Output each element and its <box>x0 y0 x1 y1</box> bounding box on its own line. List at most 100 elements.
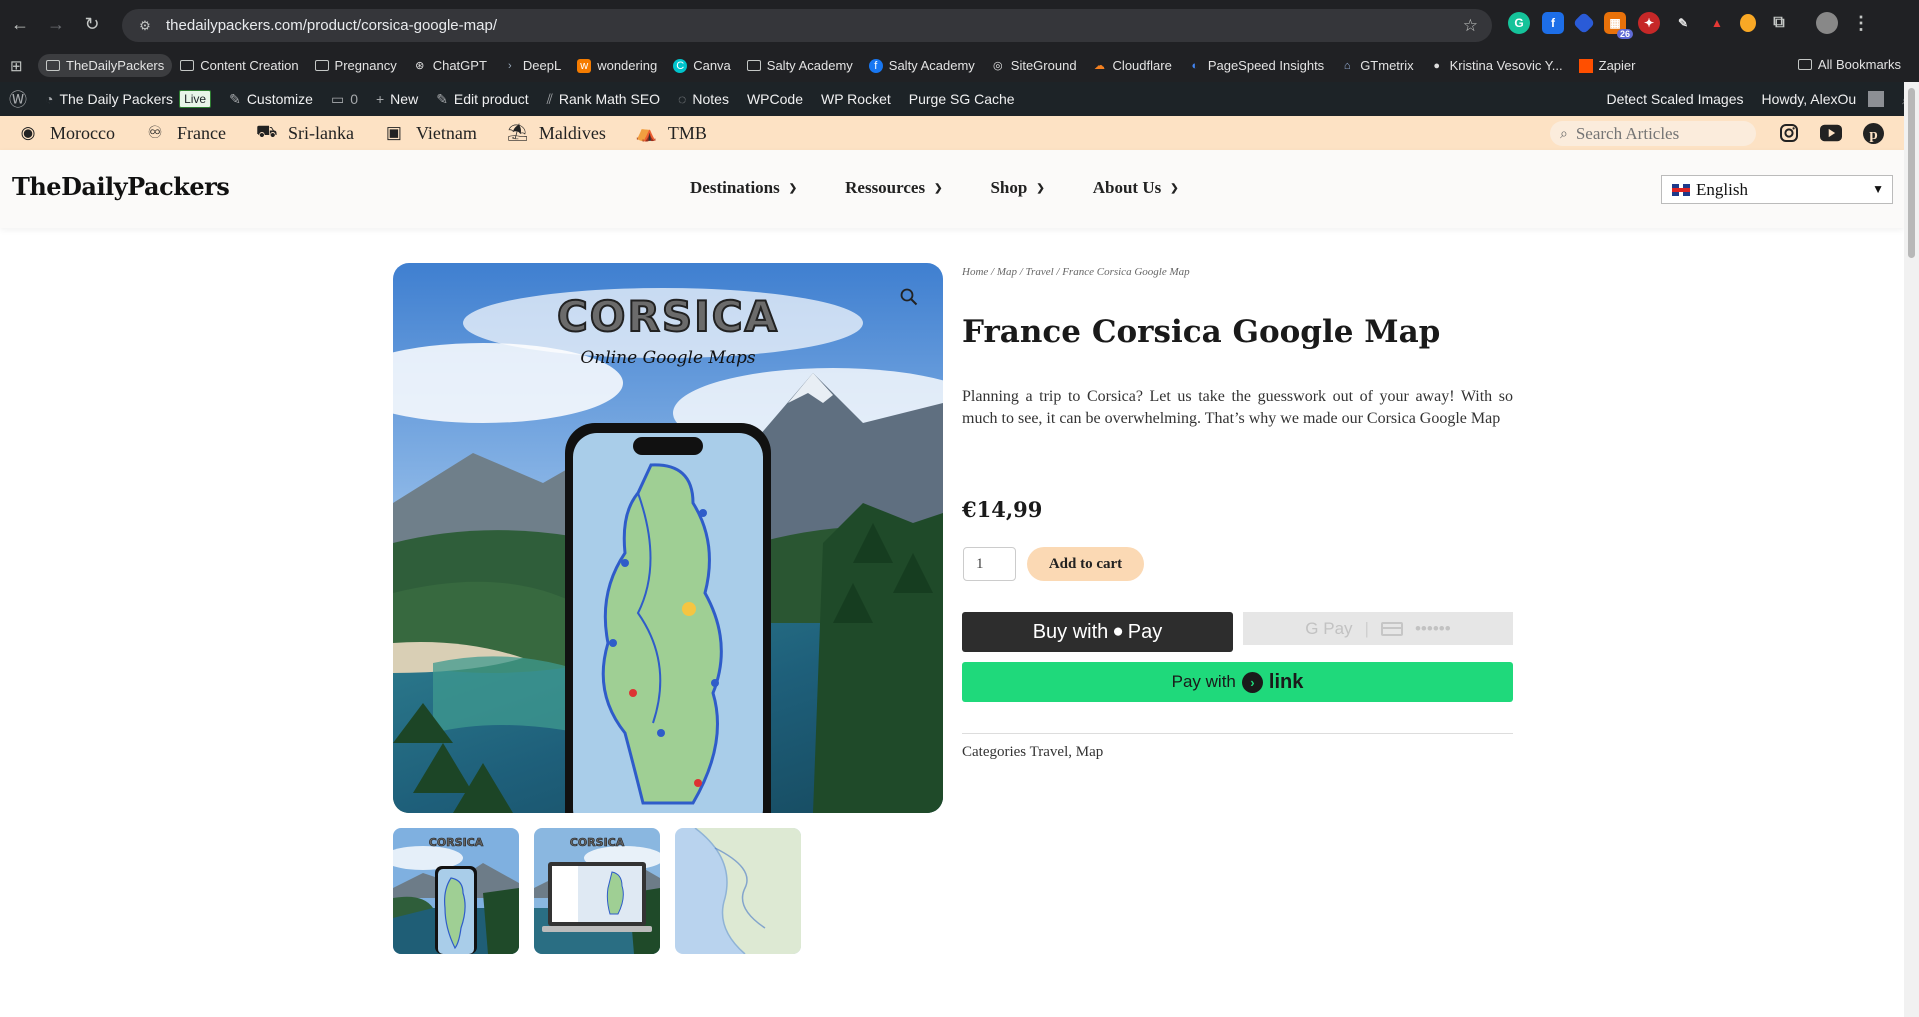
image-title-text: CORSICA <box>557 292 779 341</box>
nav-destinations[interactable]: Destinations ❯ <box>690 178 797 198</box>
pinterest-icon[interactable]: p <box>1862 122 1884 144</box>
wp-rank-math[interactable]: ⫽ Rank Math SEO <box>538 91 669 108</box>
extension-2-icon[interactable]: f <box>1542 12 1564 34</box>
instagram-icon[interactable] <box>1778 122 1800 144</box>
dest-morocco[interactable]: ◉ Morocco <box>18 123 115 144</box>
car-icon: ⛟ <box>255 122 278 141</box>
bookmark-chatgpt[interactable]: ⊛ ChatGPT <box>405 54 495 77</box>
zapier-icon <box>1578 58 1593 73</box>
dest-maldives[interactable]: ⛱ Maldives <box>507 123 606 144</box>
product-main-image[interactable]: CORSICA Online Google Maps <box>393 263 943 813</box>
wp-comments[interactable]: ▭ 0 <box>322 91 367 108</box>
wp-notes[interactable]: ◌ Notes <box>669 91 738 107</box>
extensions-puzzle-icon[interactable]: ⧉ <box>1768 12 1790 34</box>
wp-howdy[interactable]: Howdy, AlexOu <box>1752 91 1893 107</box>
bookmark-cloudflare[interactable]: ☁ Cloudflare <box>1085 54 1180 77</box>
scrollbar-thumb[interactable] <box>1908 88 1915 258</box>
chrome-menu-icon[interactable]: ⋮ <box>1850 12 1872 34</box>
wordpress-logo-icon[interactable]: Ⓦ <box>0 86 36 112</box>
bookmark-canva[interactable]: C Canva <box>665 54 739 77</box>
dashboard-icon: ◔ <box>45 91 54 107</box>
google-pay-button[interactable]: G Pay | •••••• <box>1243 612 1513 645</box>
bookmark-zapier[interactable]: Zapier <box>1571 54 1644 77</box>
eyedropper-extension-icon[interactable]: ✎ <box>1672 12 1694 34</box>
extension-8-icon[interactable] <box>1740 14 1756 32</box>
search-articles-input[interactable] <box>1575 123 1746 144</box>
extension-5-icon[interactable]: ✦ <box>1638 12 1660 34</box>
language-select[interactable]: English ▼ <box>1661 175 1893 204</box>
breadcrumb[interactable]: Home / Map / Travel / France Corsica Goo… <box>962 266 1190 278</box>
wp-wpcode[interactable]: WPCode <box>738 91 812 107</box>
all-bookmarks[interactable]: All Bookmarks <box>1790 53 1909 76</box>
nav-shop[interactable]: Shop ❯ <box>990 178 1044 198</box>
wp-admin-bar: Ⓦ ◔ The Daily Packers Live ✎ Customize ▭ 0 +… <box>0 82 1919 116</box>
quantity-input[interactable] <box>963 547 1016 581</box>
brush-icon: ✎ <box>229 90 241 107</box>
main-nav: Destinations ❯ Ressources ❯ Shop ❯ About Us… <box>690 178 1179 198</box>
badge-extension-icon[interactable]: ▦ 26 <box>1604 12 1633 39</box>
wp-edit-product[interactable]: ✎ Edit product <box>427 91 537 108</box>
profile-avatar[interactable] <box>1816 12 1838 34</box>
bookmark-star-icon[interactable]: ☆ <box>1463 16 1478 36</box>
bookmark-kristina[interactable]: ● Kristina Vesovic Y... <box>1422 54 1571 77</box>
category-links[interactable]: Travel, Map <box>1030 744 1104 760</box>
siteground-icon: ◎ <box>992 60 1003 72</box>
wp-new[interactable]: + New <box>367 91 427 107</box>
wp-rocket[interactable]: WP Rocket <box>812 91 900 107</box>
bookmark-salty-academy-facebook[interactable]: f Salty Academy <box>861 54 983 77</box>
add-to-cart-button[interactable]: Add to cart <box>1027 547 1144 581</box>
svg-text:CORSICA: CORSICA <box>570 836 625 849</box>
bookmark-gtmetrix[interactable]: ⌂ GTmetrix <box>1332 54 1421 77</box>
extension-7-icon[interactable]: ▲ <box>1706 12 1728 34</box>
tag-extension-icon[interactable] <box>1572 11 1596 35</box>
wp-purge-cache[interactable]: Purge SG Cache <box>900 91 1024 107</box>
folder-icon <box>314 60 329 71</box>
nav-ressources[interactable]: Ressources ❯ <box>845 178 942 198</box>
image-subtitle-text: Online Google Maps <box>580 348 755 368</box>
apps-grid-icon[interactable]: ⊞ <box>10 57 38 75</box>
back-icon[interactable]: ← <box>4 9 36 41</box>
bookmark-salty-academy-folder[interactable]: Salty Academy <box>739 54 861 77</box>
wondering-icon: w <box>577 58 592 73</box>
dest-sri-lanka[interactable]: ⛟ Sri-lanka <box>256 122 354 144</box>
dest-vietnam[interactable]: ▣ Vietnam <box>384 123 477 144</box>
grammarly-extension-icon[interactable]: G <box>1508 12 1530 34</box>
svg-text:CORSICA: CORSICA <box>429 836 484 849</box>
forward-icon[interactable]: → <box>40 9 72 41</box>
bookmark-deepl[interactable]: › DeepL <box>495 54 569 77</box>
apple-pay-button[interactable]: Buy with ● Pay <box>962 612 1233 652</box>
bookmark-pregnancy[interactable]: Pregnancy <box>307 54 405 77</box>
wp-customize[interactable]: ✎ Customize <box>220 91 322 108</box>
wp-detect-scaled[interactable]: Detect Scaled Images <box>1598 91 1753 107</box>
dest-france[interactable]: ♾ France <box>145 123 226 144</box>
url-text[interactable]: thedailypackers.com/product/corsica-goog… <box>166 17 497 34</box>
bookmark-siteground[interactable]: ◎ SiteGround <box>983 54 1085 77</box>
dest-tmb[interactable]: ⛺ TMB <box>636 123 707 144</box>
chevron-down-icon: ❯ <box>788 182 798 194</box>
nav-about-us[interactable]: About Us ❯ <box>1093 178 1179 198</box>
youtube-icon[interactable] <box>1820 122 1842 144</box>
site-info-icon[interactable]: ⚙ <box>130 18 160 34</box>
thumbnail-phone-map[interactable]: CORSICA <box>393 828 519 954</box>
product-categories: Categories Travel, Map <box>962 744 1104 760</box>
zoom-magnifier-icon[interactable] <box>897 285 921 309</box>
thumbnail-map-detail[interactable] <box>675 828 801 954</box>
gtmetrix-icon: ⌂ <box>1343 59 1351 72</box>
rank-math-icon: ⫽ <box>546 90 553 107</box>
svg-text:p: p <box>1869 127 1877 143</box>
bookmark-thedailypackers[interactable]: TheDailyPackers <box>38 54 173 77</box>
bookmark-content-creation[interactable]: Content Creation <box>172 54 306 77</box>
search-articles-box[interactable]: ⌕ <box>1550 121 1756 146</box>
address-bar[interactable]: ⚙ thedailypackers.com/product/corsica-go… <box>122 9 1492 42</box>
link-pay-button[interactable]: Pay with › link <box>962 662 1513 702</box>
bookmark-wondering[interactable]: w wondering <box>569 54 665 77</box>
caret-down-icon: ▼ <box>1872 182 1884 196</box>
thumbnail-laptop-map[interactable]: CORSICA <box>534 828 660 954</box>
bookmark-pagespeed[interactable]: ◐ PageSpeed Insights <box>1180 54 1332 77</box>
notes-icon: ◌ <box>678 91 687 107</box>
site-logo[interactable]: TheDailyPackers <box>12 172 230 201</box>
cloudflare-icon: ☁ <box>1094 60 1106 72</box>
wp-site-name[interactable]: ◔ The Daily Packers Live <box>36 90 220 108</box>
facebook-icon: f <box>868 58 883 73</box>
reload-icon[interactable]: ↻ <box>76 9 108 41</box>
